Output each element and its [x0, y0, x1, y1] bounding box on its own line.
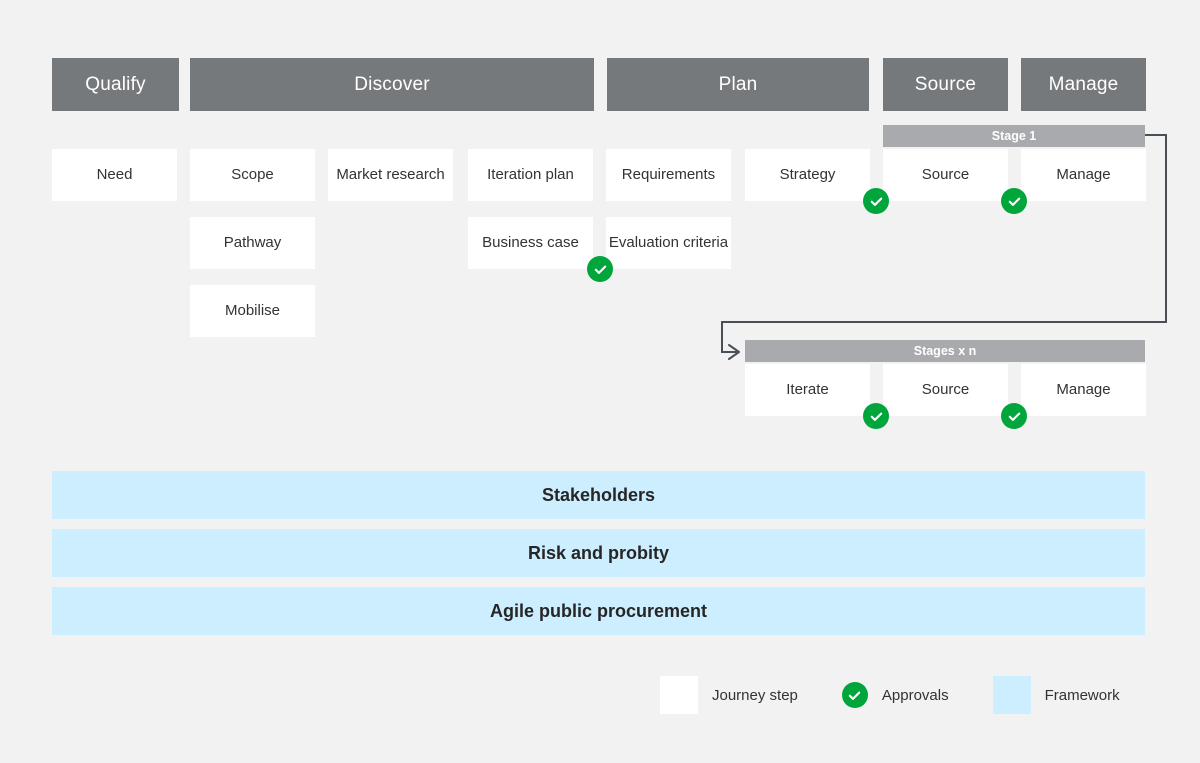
- step-iteration-plan[interactable]: Iteration plan: [468, 149, 593, 201]
- step-scope[interactable]: Scope: [190, 149, 315, 201]
- phase-header-label: Plan: [718, 73, 758, 95]
- legend-label-journey-step: Journey step: [712, 686, 798, 704]
- step-label: Strategy: [779, 165, 836, 183]
- legend: Journey step Approvals Framework: [660, 676, 1120, 714]
- step-pathway[interactable]: Pathway: [190, 217, 315, 269]
- step-requirements[interactable]: Requirements: [606, 149, 731, 201]
- step-label: Requirements: [621, 165, 716, 183]
- framework-bar-stakeholders[interactable]: Stakeholders: [52, 471, 1145, 519]
- framework-label: Risk and probity: [527, 542, 670, 563]
- step-manage-stage-1[interactable]: Manage: [1021, 149, 1146, 201]
- step-label: Evaluation criteria: [608, 233, 729, 251]
- framework-label: Agile public procurement: [489, 600, 708, 621]
- phase-header-label: Manage: [1048, 73, 1119, 95]
- phase-header-manage[interactable]: Manage: [1021, 58, 1146, 111]
- legend-approval-check-icon: [841, 682, 868, 708]
- legend-label-approvals: Approvals: [881, 686, 949, 704]
- phase-header-qualify[interactable]: Qualify: [52, 58, 179, 111]
- step-label: Business case: [482, 233, 579, 251]
- approval-check-icon[interactable]: [1001, 188, 1027, 214]
- step-label: Need: [96, 165, 133, 183]
- step-strategy[interactable]: Strategy: [745, 149, 870, 201]
- step-label: Source: [921, 380, 970, 398]
- phase-header-discover[interactable]: Discover: [190, 58, 594, 111]
- diagram-canvas: Qualify Discover Plan Source Manage Stag…: [0, 0, 1200, 763]
- phase-header-plan[interactable]: Plan: [607, 58, 869, 111]
- step-manage-stages-x-n[interactable]: Manage: [1021, 364, 1146, 416]
- step-mobilise[interactable]: Mobilise: [190, 285, 315, 337]
- legend-item-framework: Framework: [992, 676, 1120, 714]
- step-label: Mobilise: [224, 301, 281, 319]
- step-label: Manage: [1056, 165, 1111, 183]
- step-business-case[interactable]: Business case: [468, 217, 593, 269]
- loop-arrow: [721, 134, 1167, 360]
- step-label: Scope: [231, 165, 274, 183]
- legend-item-approvals: Approvals: [841, 676, 949, 714]
- step-label: Iterate: [786, 380, 829, 398]
- step-label: Iteration plan: [487, 165, 574, 183]
- legend-label-framework: Framework: [1044, 686, 1120, 704]
- step-label: Manage: [1056, 380, 1111, 398]
- approval-check-icon[interactable]: [863, 403, 889, 429]
- phase-header-label: Source: [914, 73, 977, 95]
- framework-bar-risk-and-probity[interactable]: Risk and probity: [52, 529, 1145, 577]
- step-need[interactable]: Need: [52, 149, 177, 201]
- legend-swatch-framework: [992, 676, 1031, 714]
- step-label: Pathway: [223, 233, 282, 251]
- step-iterate[interactable]: Iterate: [745, 364, 870, 416]
- approval-check-icon[interactable]: [1001, 403, 1027, 429]
- step-source-stages-x-n[interactable]: Source: [883, 364, 1008, 416]
- framework-label: Stakeholders: [541, 484, 656, 505]
- stage-bar-label: Stage 1: [991, 129, 1037, 143]
- step-market-research[interactable]: Market research: [328, 149, 453, 201]
- framework-bar-agile-public-procurement[interactable]: Agile public procurement: [52, 587, 1145, 635]
- step-label: Source: [921, 165, 970, 183]
- approval-check-icon[interactable]: [863, 188, 889, 214]
- step-label: Market research: [336, 165, 445, 183]
- stage-bar-stages-x-n: Stages x n: [745, 340, 1145, 362]
- legend-swatch-journey-step: [660, 676, 698, 714]
- stage-bar-stage-1: Stage 1: [883, 125, 1145, 147]
- approval-check-icon[interactable]: [587, 256, 613, 282]
- step-source-stage-1[interactable]: Source: [883, 149, 1008, 201]
- step-evaluation-criteria[interactable]: Evaluation criteria: [606, 217, 731, 269]
- legend-item-journey-step: Journey step: [660, 676, 798, 714]
- phase-header-label: Qualify: [85, 73, 146, 95]
- phase-header-source[interactable]: Source: [883, 58, 1008, 111]
- phase-header-label: Discover: [354, 73, 430, 95]
- stage-bar-label: Stages x n: [913, 344, 977, 358]
